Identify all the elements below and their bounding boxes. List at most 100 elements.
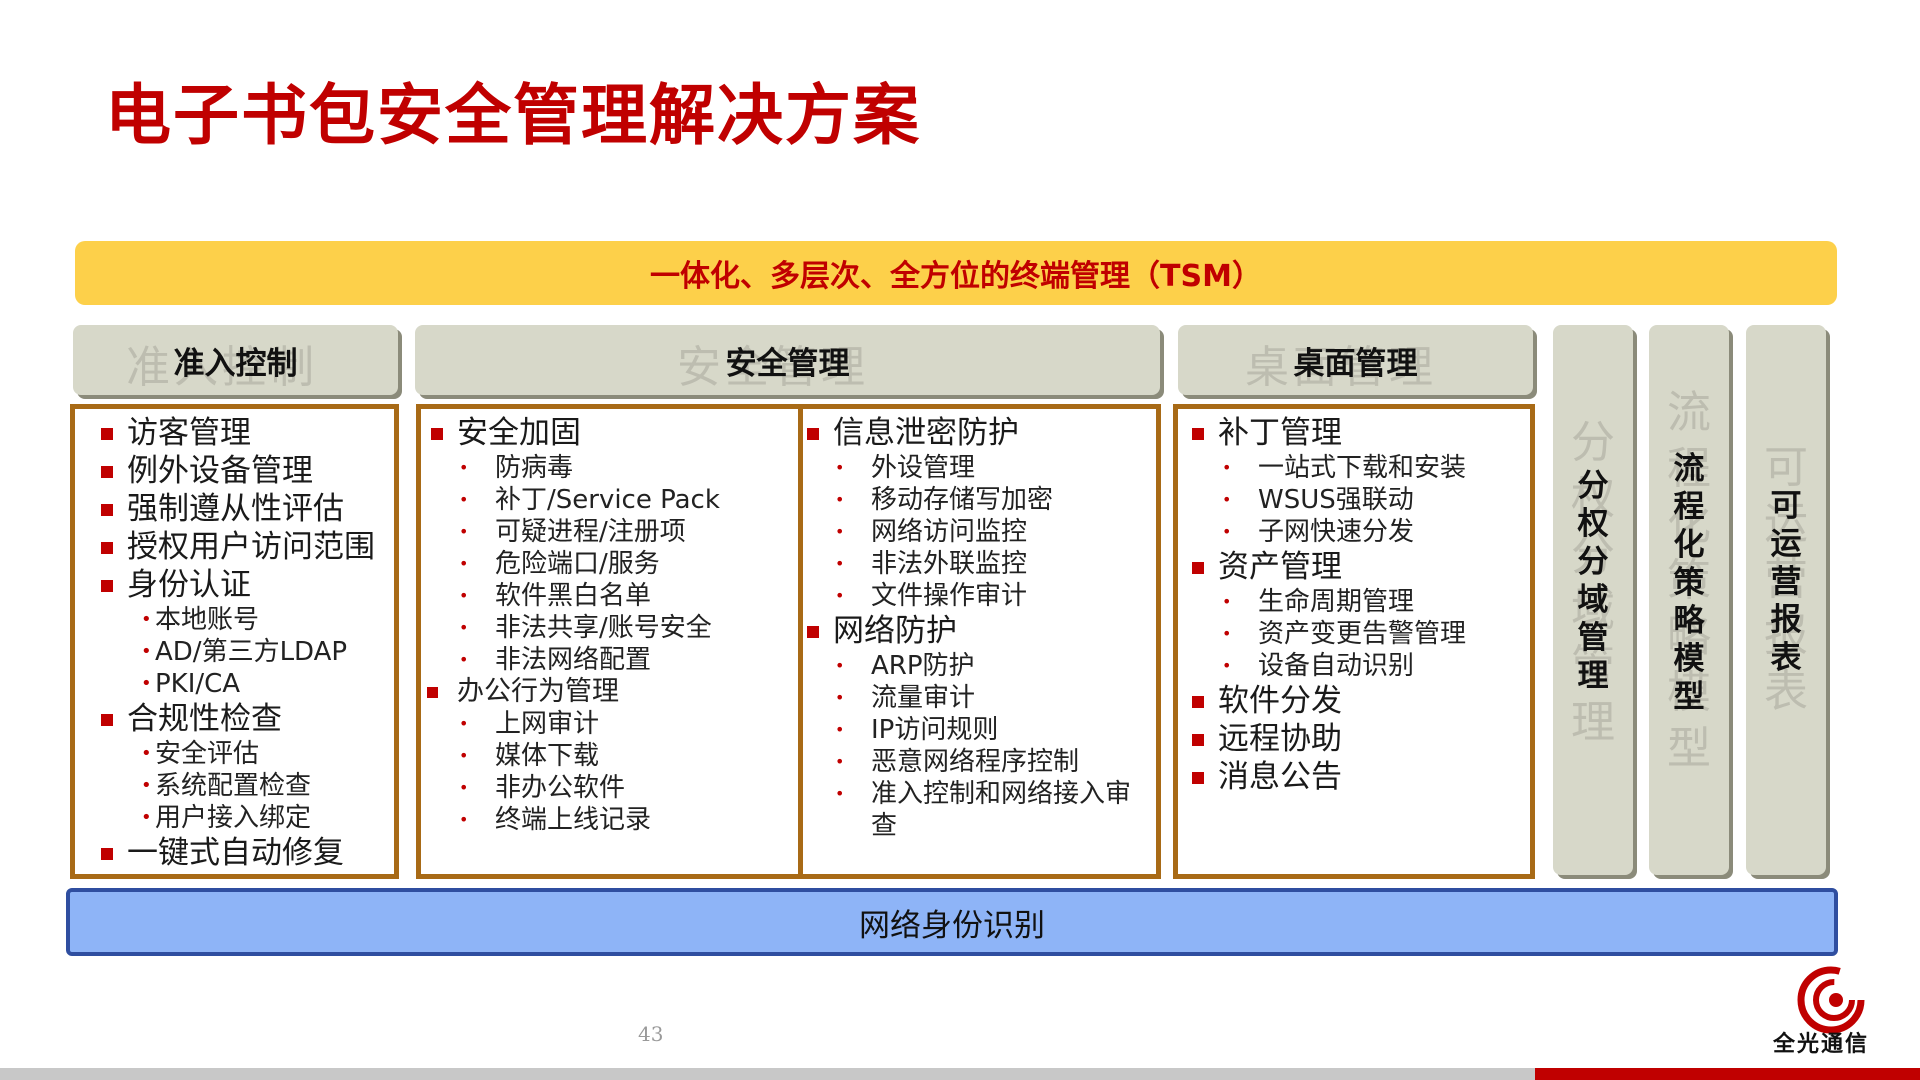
header-label: 安全管理 [725, 345, 850, 382]
list-item-label: 办公行为管理 [457, 676, 619, 707]
security-management-box: 安全加固 防病毒 补丁/Service Pack 可疑进程/注册项 危险端口/服… [416, 404, 1161, 879]
label-char: 程 [1673, 489, 1705, 525]
page-title: 电子书包安全管理解决方案 [105, 77, 921, 154]
list-item: 一键式自动修复 [101, 834, 375, 872]
security-left-list: 安全加固 防病毒 补丁/Service Pack 可疑进程/注册项 危险端口/服… [427, 414, 720, 836]
label-char: 分 [1577, 544, 1609, 580]
list-subitem: 移动存储写加密 [835, 484, 1131, 516]
list-item: 远程协助 [1191, 720, 1466, 758]
list-item: 身份认证 [101, 566, 375, 604]
label-char: 分 [1577, 468, 1609, 504]
label-char: 略 [1673, 603, 1705, 639]
vertical-bar-policy-model: 流 程 化 策 略 模 型 流 程 化 策 略 模 型 [1649, 325, 1729, 875]
list-subitem: 可疑进程/注册项 [459, 516, 720, 548]
desktop-management-box: 补丁管理 一站式下载和安装 WSUS强联动 子网快速分发 资产管理 生命周期管理… [1173, 404, 1535, 879]
header-desktop-management: 桌面管理 桌面管理 [1178, 325, 1533, 395]
label-char: 权 [1577, 506, 1609, 542]
list-subitem: 恶意网络程序控制 [835, 746, 1131, 778]
list-subitem: 非法网络配置 [459, 644, 720, 676]
label-char: 运 [1770, 526, 1802, 562]
list-subitem: 安全评估 [141, 738, 375, 770]
header-label: 桌面管理 [1293, 345, 1418, 382]
list-item: 信息泄密防护 [806, 414, 1131, 452]
list-subitem: AD/第三方LDAP [141, 636, 375, 668]
label-char: 策 [1673, 565, 1705, 601]
list-subitem: 软件黑白名单 [459, 580, 720, 612]
list-subitem: 上网审计 [459, 708, 720, 740]
header-security-management: 安全管理 安全管理 [415, 325, 1160, 395]
list-subitem: 非法外联监控 [835, 548, 1131, 580]
page-number: 43 [638, 1022, 664, 1046]
footer-bar-label: 网络身份识别 [859, 907, 1045, 944]
list-subitem: 一站式下载和安装 [1222, 452, 1466, 484]
vertical-label: 流 程 化 策 略 模 型 [1649, 450, 1729, 716]
label-char: 型 [1673, 679, 1705, 715]
label-char: 域 [1577, 582, 1609, 618]
label-char: 模 [1673, 641, 1705, 677]
banner-label: 一体化、多层次、全方位的终端管理（TSM） [650, 259, 1262, 294]
vertical-bar-operations-report: 可 运 营 报 表 可 运 营 报 表 [1746, 325, 1826, 875]
list-subitem: PKI/CA [141, 668, 375, 700]
ghost-char: 流 [1667, 387, 1711, 438]
list-subitem: 危险端口/服务 [459, 548, 720, 580]
ghost-char: 型 [1667, 723, 1711, 774]
list-item: 网络防护 [806, 612, 1131, 650]
list-subitem: 用户接入绑定 [141, 802, 375, 834]
label-char: 管 [1577, 620, 1609, 656]
list-subitem: 子网快速分发 [1222, 516, 1466, 548]
list-item: 合规性检查 [101, 700, 375, 738]
list-subitem: 资产变更告警管理 [1222, 618, 1466, 650]
header-access-control: 准入控制 准入控制 [73, 325, 398, 395]
security-right-list: 信息泄密防护 外设管理 移动存储写加密 网络访问监控 非法外联监控 文件操作审计… [806, 414, 1131, 842]
label-char: 流 [1673, 451, 1705, 487]
tsm-banner: 一体化、多层次、全方位的终端管理（TSM） [75, 241, 1837, 305]
list-item: 授权用户访问范围 [101, 529, 375, 565]
label-char: 营 [1770, 564, 1802, 600]
label-char: 化 [1673, 527, 1705, 563]
list-item: 补丁管理 [1191, 414, 1466, 452]
label-char: 理 [1577, 658, 1609, 694]
access-control-list: 访客管理 例外设备管理 强制遵从性评估 授权用户访问范围 身份认证 本地账号 A… [101, 414, 375, 872]
vertical-bar-permissions: 分 权 分 域 管 理 分 权 分 域 管 理 [1553, 325, 1633, 875]
label-char: 表 [1770, 640, 1802, 676]
list-subitem: 外设管理 [835, 452, 1131, 484]
vertical-label: 分 权 分 域 管 理 [1553, 467, 1633, 695]
slide: 电子书包安全管理解决方案 一体化、多层次、全方位的终端管理（TSM） 准入控制 … [0, 0, 1920, 1080]
list-item: 消息公告 [1191, 758, 1466, 796]
bottom-accent-bar [1535, 1068, 1920, 1080]
vertical-label: 可 运 营 报 表 [1746, 487, 1826, 677]
list-subitem: 生命周期管理 [1222, 586, 1466, 618]
list-item: 办公行为管理 [427, 676, 720, 708]
list-subitem: 防病毒 [459, 452, 720, 484]
network-identity-bar: 网络身份识别 [66, 888, 1838, 956]
bullet-square-icon [427, 687, 438, 698]
desktop-management-list: 补丁管理 一站式下载和安装 WSUS强联动 子网快速分发 资产管理 生命周期管理… [1191, 414, 1466, 796]
access-control-box: 访客管理 例外设备管理 强制遵从性评估 授权用户访问范围 身份认证 本地账号 A… [70, 404, 399, 879]
list-subitem: ARP防护 [835, 650, 1131, 682]
list-subitem: 流量审计 [835, 682, 1131, 714]
list-subitem: 终端上线记录 [459, 804, 720, 836]
ghost-char: 理 [1571, 697, 1615, 748]
list-subitem: 网络访问监控 [835, 516, 1131, 548]
list-subitem: 媒体下载 [459, 740, 720, 772]
list-item: 软件分发 [1191, 682, 1466, 720]
list-subitem: 非法共享/账号安全 [459, 612, 720, 644]
list-item: 例外设备管理 [101, 452, 375, 490]
list-item: 资产管理 [1191, 548, 1466, 586]
list-item: 访客管理 [101, 414, 375, 452]
list-subitem: 本地账号 [141, 604, 375, 636]
list-subitem: WSUS强联动 [1222, 484, 1466, 516]
label-char: 报 [1770, 602, 1802, 638]
list-item: 强制遵从性评估 [101, 490, 375, 528]
list-subitem: 设备自动识别 [1222, 650, 1466, 682]
list-subitem: 准入控制和网络接入审 [835, 778, 1131, 810]
list-subitem: 文件操作审计 [835, 580, 1131, 612]
list-subitem-continuation: 查 [871, 811, 898, 841]
list-subitem: 非办公软件 [459, 772, 720, 804]
list-subitem: 补丁/Service Pack [459, 484, 720, 516]
label-char: 可 [1770, 488, 1802, 524]
list-subitem: 系统配置检查 [141, 770, 375, 802]
company-logo-text: 全光通信 [1773, 1032, 1870, 1057]
ghost-char: 分 [1571, 417, 1615, 468]
header-label: 准入控制 [173, 345, 298, 382]
